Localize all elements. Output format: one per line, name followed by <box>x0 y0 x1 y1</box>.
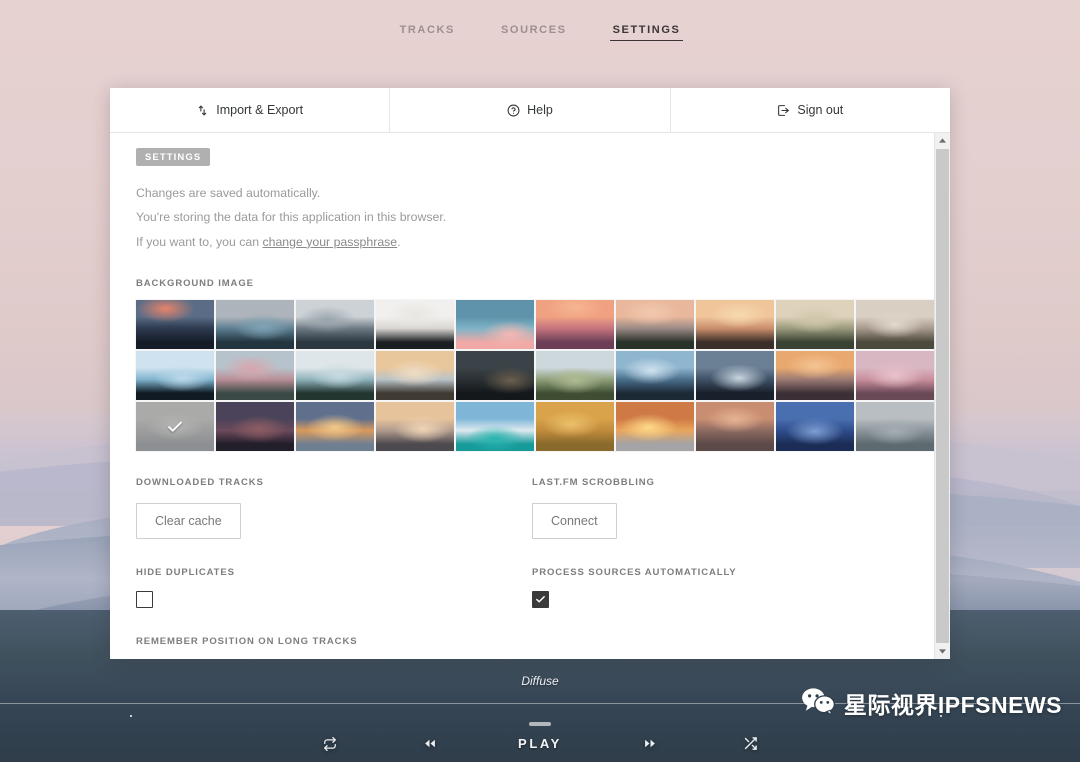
hide-duplicates-label: HIDE DUPLICATES <box>136 567 532 578</box>
modal-scrollbar[interactable] <box>934 133 950 659</box>
remember-position-section: REMEMBER POSITION ON LONG TRACKS <box>136 636 924 659</box>
tab-import-export-label: Import & Export <box>216 103 303 117</box>
background-thumbnail-golden-ridge-clouds[interactable] <box>696 300 774 349</box>
player-controls: PLAY <box>0 736 1080 751</box>
background-thumbnail-blue-mountain-ridge[interactable] <box>216 300 294 349</box>
tab-help-label: Help <box>527 103 553 117</box>
sign-out-icon <box>777 104 790 117</box>
settings-intro: Changes are saved automatically. You're … <box>136 186 924 250</box>
scroll-up-arrow-icon[interactable] <box>935 133 950 148</box>
top-navigation: TRACKS SOURCES SETTINGS <box>0 22 1080 41</box>
settings-badge: SETTINGS <box>136 148 210 166</box>
lastfm-scrobbling-label: LAST.FM SCROBBLING <box>532 477 924 488</box>
hide-duplicates-section: HIDE DUPLICATES <box>136 567 532 608</box>
background-thumbnail-cloudy-grey-peaks[interactable] <box>296 300 374 349</box>
background-thumbnail-cloud-sea-ridge[interactable] <box>376 351 454 400</box>
background-thumbnail-foggy-temple-forest[interactable] <box>776 300 854 349</box>
process-sources-checkbox[interactable] <box>532 591 549 608</box>
nav-item-sources[interactable]: SOURCES <box>498 22 570 41</box>
intro-line-3: If you want to, you can change your pass… <box>136 235 924 250</box>
intro-line-3-prefix: If you want to, you can <box>136 235 262 249</box>
repeat-icon[interactable] <box>280 737 380 751</box>
background-thumbnail-pink-clouds-valley[interactable] <box>216 351 294 400</box>
import-export-icon <box>196 104 209 117</box>
background-thumbnail-desert-dune-dawn[interactable] <box>376 402 454 451</box>
background-image-grid <box>136 300 924 451</box>
settings-two-column: DOWNLOADED TRACKS Clear cache HIDE DUPLI… <box>136 477 924 608</box>
tab-help[interactable]: Help <box>390 88 670 132</box>
downloaded-tracks-label: DOWNLOADED TRACKS <box>136 477 532 488</box>
intro-line-3-suffix: . <box>397 235 400 249</box>
downloaded-tracks-section: DOWNLOADED TRACKS Clear cache HIDE DUPLI… <box>136 477 532 608</box>
background-thumbnail-pink-haze-ridge[interactable] <box>856 351 934 400</box>
help-circle-icon <box>507 104 520 117</box>
hide-duplicates-checkbox[interactable] <box>136 591 153 608</box>
process-sources-label: PROCESS SOURCES AUTOMATICALLY <box>532 567 924 578</box>
shuffle-icon[interactable] <box>700 736 800 751</box>
nav-item-settings[interactable]: SETTINGS <box>610 22 684 41</box>
tab-sign-out[interactable]: Sign out <box>671 88 950 132</box>
background-thumbnail-sea-fog-cliff[interactable] <box>296 351 374 400</box>
tab-sign-out-label: Sign out <box>797 103 843 117</box>
background-thumbnail-pale-sky-dark-hill[interactable] <box>376 300 454 349</box>
background-thumbnail-grey-fog-forest[interactable] <box>856 402 934 451</box>
play-button[interactable]: PLAY <box>480 736 600 751</box>
background-thumbnail-green-rolling-hills[interactable] <box>536 351 614 400</box>
wechat-icon <box>801 687 835 720</box>
progress-marker-left <box>130 715 132 717</box>
background-thumbnail-pink-clouds-blue-sky[interactable] <box>456 300 534 349</box>
volume-handle[interactable] <box>529 722 551 726</box>
fast-forward-icon[interactable] <box>600 737 700 750</box>
background-thumbnail-ocean-sunset-horizon[interactable] <box>296 402 374 451</box>
watermark-text: 星际视界IPFSNEWS <box>844 686 1062 720</box>
intro-line-2: You're storing the data for this applica… <box>136 210 924 225</box>
settings-modal: Import & Export Help Sign out <box>110 88 950 659</box>
scrollbar-thumb[interactable] <box>936 149 949 643</box>
lastfm-connect-button[interactable]: Connect <box>532 503 617 539</box>
watermark: 星际视界IPFSNEWS <box>801 686 1062 720</box>
scroll-down-arrow-icon[interactable] <box>935 644 950 659</box>
background-thumbnail-misty-field-dawn[interactable] <box>856 300 934 349</box>
settings-panel: SETTINGS Changes are saved automatically… <box>110 133 950 659</box>
background-thumbnail-turquoise-sea-clouds[interactable] <box>456 402 534 451</box>
rewind-icon[interactable] <box>380 737 480 750</box>
process-sources-section: PROCESS SOURCES AUTOMATICALLY <box>532 567 924 608</box>
background-thumbnail-blue-mountain-layers[interactable] <box>776 402 854 451</box>
intro-line-1: Changes are saved automatically. <box>136 186 924 201</box>
background-thumbnail-snowy-peak-alpenglow[interactable] <box>136 300 214 349</box>
nav-item-tracks[interactable]: TRACKS <box>397 22 458 41</box>
background-thumbnail-golden-mist-valley[interactable] <box>536 402 614 451</box>
change-passphrase-link[interactable]: change your passphrase <box>262 235 397 249</box>
tab-import-export[interactable]: Import & Export <box>110 88 390 132</box>
background-thumbnail-orange-sunset-mountains[interactable] <box>536 300 614 349</box>
background-image-label: BACKGROUND IMAGE <box>136 278 924 289</box>
lastfm-section: LAST.FM SCROBBLING Connect PROCESS SOURC… <box>532 477 924 608</box>
background-thumbnail-sunrise-over-clouds[interactable] <box>616 402 694 451</box>
background-thumbnail-grey-fog-calm[interactable] <box>136 402 214 451</box>
background-thumbnail-snow-peaks-dusk[interactable] <box>696 351 774 400</box>
modal-tab-bar: Import & Export Help Sign out <box>110 88 950 133</box>
background-thumbnail-storm-clouds-blue[interactable] <box>616 351 694 400</box>
check-icon <box>136 402 214 451</box>
background-thumbnail-night-beach-shore[interactable] <box>136 351 214 400</box>
background-thumbnail-dusk-sea-clouds[interactable] <box>696 402 774 451</box>
background-thumbnail-dusk-treeline[interactable] <box>616 300 694 349</box>
background-thumbnail-dark-cliff-silhouette[interactable] <box>456 351 534 400</box>
background-thumbnail-orange-sky-mountains[interactable] <box>776 351 854 400</box>
clear-cache-button[interactable]: Clear cache <box>136 503 241 539</box>
background-thumbnail-purple-night-canyon[interactable] <box>216 402 294 451</box>
remember-position-label: REMEMBER POSITION ON LONG TRACKS <box>136 636 924 647</box>
